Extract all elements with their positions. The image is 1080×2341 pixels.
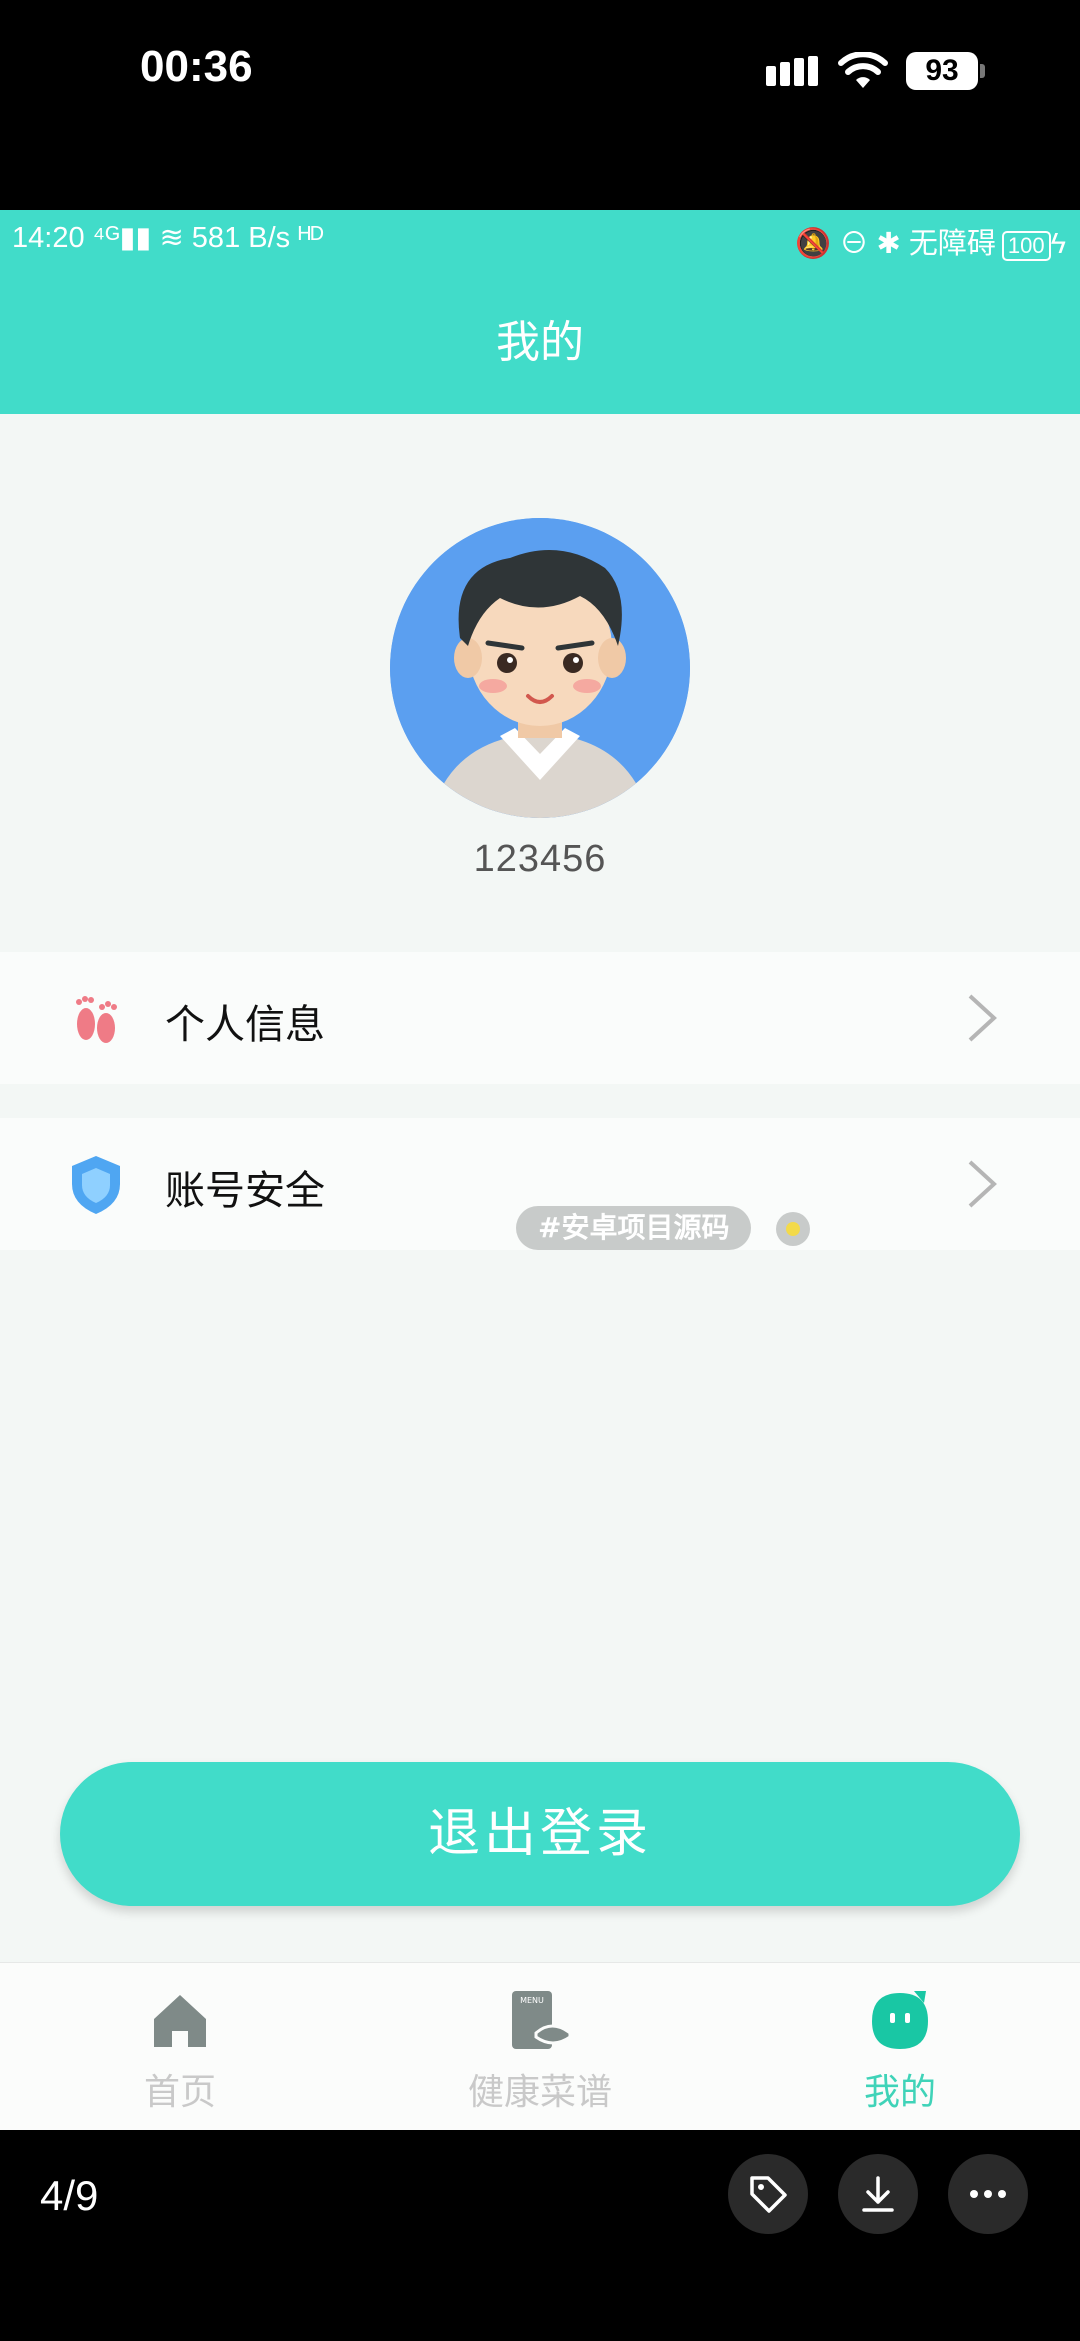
nav-tab-recipes[interactable]: MENU 健康菜谱 <box>360 1963 720 2130</box>
nav-tab-mine[interactable]: 我的 <box>720 1963 1080 2130</box>
cartoon-avatar-icon <box>390 518 690 818</box>
menu-item-label: 账号安全 <box>165 1168 325 1214</box>
username: 123456 <box>473 838 607 880</box>
tag-icon <box>750 2176 787 2213</box>
download-icon <box>862 2176 894 2212</box>
wifi-icon <box>838 52 888 88</box>
svg-text:MENU: MENU <box>520 1996 544 2005</box>
android-status-icons: 🔕 ⊖ ✱ 无障碍 <box>795 228 996 260</box>
home-icon <box>154 1995 206 2047</box>
logout-button[interactable]: 退出登录 <box>60 1762 1020 1906</box>
app-screen: 14:20 ⁴ᴳ▮▮ ≋ 581 B/s ᴴᴰ 🔕 ⊖ ✱ 无障碍 100 ϟ 我的 <box>0 210 1080 2130</box>
menu-item-personal-info[interactable]: 个人信息 <box>0 952 1080 1084</box>
charging-icon: ϟ <box>1050 228 1066 260</box>
mine-icon <box>872 1991 928 2049</box>
cellular-signal-icon <box>766 56 818 86</box>
shield-icon <box>72 1156 120 1214</box>
menu-item-label: 个人信息 <box>165 1002 325 1048</box>
watermark-dot <box>776 1212 810 1246</box>
page-counter: 4/9 <box>40 2172 99 2219</box>
more-dots-icon <box>970 2190 1006 2198</box>
nav-label: 健康菜谱 <box>467 2072 612 2113</box>
battery-indicator: 93 <box>906 52 978 90</box>
footprint-icon <box>76 996 117 1043</box>
title-bar: 我的 <box>0 266 1080 414</box>
nav-label-active: 我的 <box>863 2072 936 2113</box>
more-button[interactable] <box>948 2154 1028 2234</box>
android-status-left: 14:20 ⁴ᴳ▮▮ ≋ 581 B/s ᴴᴰ <box>12 222 324 254</box>
android-status-right: 🔕 ⊖ ✱ 无障碍 100 ϟ <box>795 220 1066 262</box>
page-title: 我的 <box>496 317 584 368</box>
nav-tab-home[interactable]: 首页 <box>0 1963 360 2130</box>
chevron-right-icon <box>968 1160 997 1208</box>
viewer-bottom-bar: 4/9 <box>0 2130 1080 2341</box>
tag-button[interactable] <box>728 2154 808 2234</box>
watermark-tag: #安卓项目源码 <box>516 1206 752 1250</box>
avatar[interactable] <box>390 518 690 818</box>
chevron-right-icon <box>968 994 997 1042</box>
bottom-nav: 首页 MENU 健康菜谱 我的 <box>0 1962 1080 2130</box>
android-battery: 100 <box>1001 231 1051 261</box>
android-status-bar: 14:20 ⁴ᴳ▮▮ ≋ 581 B/s ᴴᴰ 🔕 ⊖ ✱ 无障碍 100 ϟ <box>0 210 1080 266</box>
menu-book-icon: MENU <box>512 1991 572 2049</box>
ios-clock: 00:36 <box>140 42 253 91</box>
nav-label: 首页 <box>143 2072 216 2113</box>
download-button[interactable] <box>838 2154 918 2234</box>
ios-status-bar: 00:36 93 <box>0 0 1080 210</box>
battery-tip <box>980 64 985 78</box>
